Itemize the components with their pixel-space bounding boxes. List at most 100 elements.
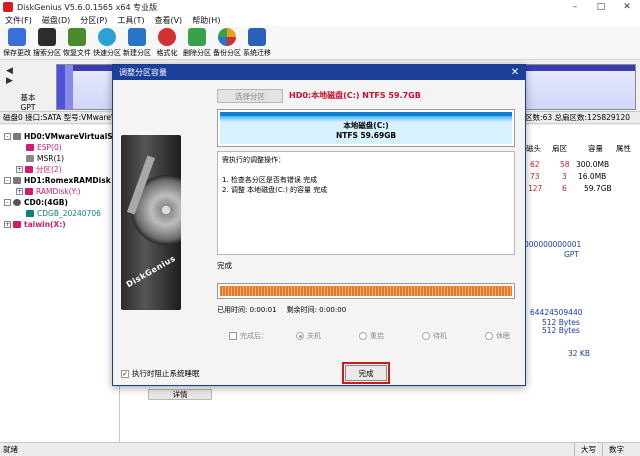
partition-segment-msr[interactable] — [65, 65, 73, 109]
partition-icon — [26, 155, 34, 162]
option-restart[interactable]: 重启 — [359, 331, 384, 341]
partition-block: 本地磁盘(C:) NTFS 59.69GB — [220, 112, 512, 144]
cell-sectors: 6 — [562, 184, 567, 193]
details-tab[interactable]: 详情 — [148, 389, 212, 400]
new-partition-icon — [128, 28, 146, 46]
col-header-attr[interactable]: 属性 — [616, 143, 631, 154]
delete-partition-button[interactable]: 删除分区 — [182, 26, 212, 59]
tree-item-cdgb[interactable]: CDGB_20240706 — [26, 208, 101, 219]
tree-item-cd0[interactable]: - CD0:(4GB) — [4, 197, 68, 208]
window-title: DiskGenius V5.6.0.1565 x64 专业版 — [17, 2, 158, 12]
cell-heads: 127 — [528, 184, 543, 193]
option-shutdown[interactable]: 关机 — [296, 331, 321, 341]
finish-button[interactable]: 完成 — [342, 362, 390, 384]
partition-icon — [25, 188, 33, 195]
close-button[interactable]: ✕ — [614, 0, 640, 14]
radio-unselected[interactable] — [485, 332, 493, 340]
status-bar: 就绪 大写 数字 — [0, 442, 640, 456]
system-migration-button[interactable]: 系统迁移 — [242, 26, 272, 59]
menu-disk[interactable]: 磁盘(D) — [37, 15, 75, 26]
option-hibernate[interactable]: 休眠 — [485, 331, 510, 341]
title-bar: DiskGenius V5.6.0.1565 x64 专业版 – □ ✕ — [0, 0, 640, 14]
disk-info-right: 区数:63 总扇区数:125829120 — [525, 113, 630, 122]
dialog-title: 调整分区容量 — [119, 68, 167, 77]
select-partition-button[interactable]: 选择分区 — [217, 89, 283, 103]
delete-partition-icon — [188, 28, 206, 46]
radio-unselected[interactable] — [359, 332, 367, 340]
app-logo-icon — [3, 2, 13, 12]
log-line: 1. 检查各分区是否有错误 完成 — [222, 176, 318, 184]
menu-partition[interactable]: 分区(P) — [75, 15, 112, 26]
quick-partition-button[interactable]: 快速分区 — [92, 26, 122, 59]
cell-heads: 73 — [530, 172, 540, 181]
partition-icon — [25, 166, 33, 173]
detail-value: 32 KB — [568, 349, 590, 358]
window-controls: – □ ✕ — [562, 0, 640, 14]
minimize-button[interactable]: – — [562, 0, 588, 14]
tree-item-msr[interactable]: MSR(1) — [26, 153, 64, 164]
time-row: 已用时间: 0:00:01 剩余时间: 0:00:00 — [217, 305, 346, 315]
menu-view[interactable]: 查看(V) — [149, 15, 187, 26]
radio-unselected[interactable] — [422, 332, 430, 340]
progress-fill — [220, 286, 512, 296]
partition-icon — [26, 210, 34, 217]
new-partition-button[interactable]: 新建分区 — [122, 26, 152, 59]
caps-indicator: 大写 — [574, 442, 602, 456]
dialog-close-button[interactable]: ✕ — [505, 65, 525, 80]
search-partition-button[interactable]: 搜索分区 — [32, 26, 62, 59]
disk-tree: - HD0:VMwareVirtualS ESP(0) MSR(1) + 分区(2)… — [0, 125, 120, 442]
toolbar: 保存更改 搜索分区 恢复文件 快速分区 新建分区 格式化 删除分区 备份分区 系… — [0, 26, 640, 60]
col-header-sectors[interactable]: 扇区 — [552, 143, 567, 154]
operation-status: 完成 — [217, 261, 232, 270]
format-button[interactable]: 格式化 — [152, 26, 182, 59]
backup-partition-icon — [218, 28, 236, 46]
resize-partition-dialog: 调整分区容量 ✕ DiskGenius 选择分区 HD0:本地磁盘(C:) NT… — [112, 64, 526, 386]
tree-item-taiwin[interactable]: + taiwin(X:) — [4, 219, 66, 230]
radio-selected[interactable] — [296, 332, 304, 340]
disk-icon — [13, 177, 21, 184]
cell-capacity: 300.0MB — [576, 160, 610, 169]
tree-item-hd1[interactable]: - HD1:RomexRAMDisk — [4, 175, 111, 186]
option-standby[interactable]: 待机 — [422, 331, 447, 341]
dialog-titlebar: 调整分区容量 ✕ — [113, 65, 525, 80]
menu-tools[interactable]: 工具(T) — [112, 15, 149, 26]
col-header-heads[interactable]: 磁头 — [526, 143, 541, 154]
checkbox-unchecked[interactable] — [229, 332, 237, 340]
save-changes-button[interactable]: 保存更改 — [2, 26, 32, 59]
cell-capacity: 16.0MB — [578, 172, 607, 181]
format-icon — [158, 28, 176, 46]
tree-item-ramdisk[interactable]: + RAMDisk(Y:) — [16, 186, 81, 197]
prevent-sleep-checkbox[interactable]: ✓ 执行时阻止系统睡眠 — [121, 368, 200, 379]
quick-partition-icon — [98, 28, 116, 46]
col-header-capacity[interactable]: 容量 — [588, 143, 603, 154]
log-header: 需执行的调整操作： — [222, 156, 285, 164]
tree-item-hd0[interactable]: - HD0:VMwareVirtualS — [4, 131, 113, 142]
brand-logo: DiskGenius — [124, 253, 178, 290]
operation-log: 需执行的调整操作： 1. 检查各分区是否有错误 完成 2. 调整 本地磁盘(C:… — [217, 151, 515, 255]
elapsed-time: 已用时间: 0:00:01 — [217, 306, 277, 314]
disk-nav-arrows[interactable]: ◀ ▶ — [6, 66, 50, 86]
backup-partition-button[interactable]: 备份分区 — [212, 26, 242, 59]
partition-icon — [26, 144, 34, 151]
menu-help[interactable]: 帮助(H) — [187, 15, 225, 26]
checkbox-checked-icon[interactable]: ✓ — [121, 369, 129, 378]
disk-nav: ◀ ▶ 基本 GPT — [6, 66, 50, 112]
maximize-button[interactable]: □ — [588, 0, 614, 14]
disk-scheme: GPT — [20, 103, 36, 112]
detail-value: GPT — [564, 250, 579, 259]
save-icon — [8, 28, 26, 46]
recover-file-icon — [68, 28, 86, 46]
partition-size: NTFS 59.69GB — [335, 131, 397, 140]
cell-sectors: 58 — [560, 160, 570, 169]
tree-item-esp[interactable]: ESP(0) — [26, 142, 62, 153]
detail-value: 000000000001 — [524, 240, 582, 249]
hard-disk-illustration: DiskGenius — [121, 135, 181, 310]
tree-item-partition2[interactable]: + 分区(2) — [16, 164, 62, 175]
partition-icon — [13, 221, 21, 228]
partition-name: 本地磁盘(C:) — [343, 121, 389, 130]
partition-segment-esp[interactable] — [57, 65, 65, 109]
menu-file[interactable]: 文件(F) — [0, 15, 37, 26]
after-done-checkbox[interactable]: 完成后： — [229, 331, 268, 341]
menu-bar: 文件(F) 磁盘(D) 分区(P) 工具(T) 查看(V) 帮助(H) — [0, 14, 640, 26]
recover-file-button[interactable]: 恢复文件 — [62, 26, 92, 59]
